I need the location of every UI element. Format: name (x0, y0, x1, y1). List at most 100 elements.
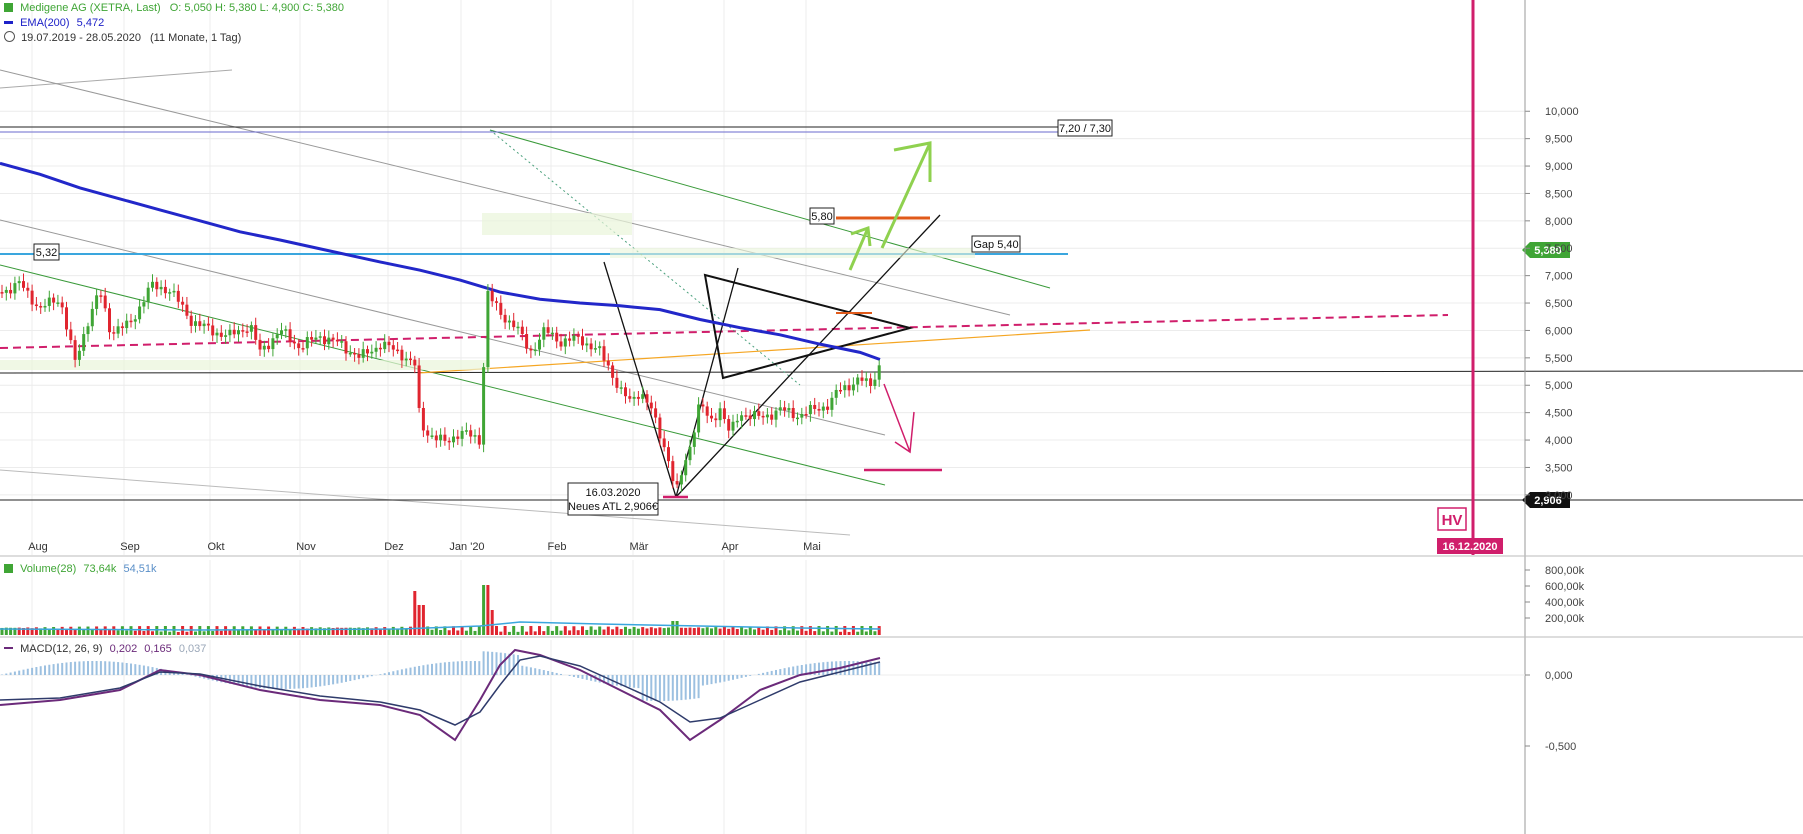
candle-body (417, 365, 421, 408)
candle-body (856, 377, 860, 385)
support-zone (0, 360, 490, 370)
volume-swatch-icon (4, 564, 13, 573)
volume-bar (486, 585, 490, 635)
candle-body (589, 343, 593, 350)
volume-bar (624, 626, 627, 635)
candle-body (22, 281, 25, 288)
volume-bar (275, 626, 279, 635)
volume-bar (593, 629, 597, 635)
candle-body (73, 340, 77, 360)
volume-bar (503, 626, 507, 635)
volume-bar (555, 626, 559, 635)
candle-body (357, 354, 361, 358)
volume-bar (662, 628, 666, 635)
volume-bar (667, 627, 670, 635)
series-swatch-icon (4, 3, 13, 12)
volume-bar (447, 630, 451, 635)
volume-bar (568, 630, 572, 635)
candle-body (662, 438, 666, 448)
candle-body (366, 349, 369, 354)
price-tick-label: 3,000 (1545, 490, 1573, 502)
label-720: 7,20 / 7,30 (1059, 123, 1111, 135)
volume-bar (649, 627, 653, 635)
arrow-up-large-head-icon (893, 141, 932, 182)
volume-bar (692, 628, 696, 635)
volume-bar (490, 610, 494, 635)
hv-date: 16.12.2020 (1442, 541, 1497, 553)
candle-body (426, 430, 430, 436)
candle-body (95, 295, 99, 309)
month-label: Jan '20 (449, 541, 484, 553)
candle-body (705, 406, 709, 416)
trend-lines (0, 69, 1803, 536)
channel-green (0, 264, 886, 486)
volume-bar (284, 626, 288, 635)
channel-gray (0, 69, 1011, 316)
month-label: Okt (207, 541, 224, 553)
volume-bar (116, 630, 120, 635)
volume-bar (176, 631, 180, 635)
candle-body (559, 341, 563, 347)
price-tick-label: 3,500 (1545, 462, 1573, 474)
volume-bar (877, 626, 881, 635)
volume-bar (718, 628, 722, 635)
candle-body (495, 301, 498, 303)
candle-body (718, 408, 722, 421)
volume-bar (615, 626, 619, 635)
candle-body (619, 387, 623, 389)
volume-bar (125, 630, 129, 635)
price-chart: 5,32 7,20 / 7,30 5,80 Gap 5,40 16.03.2020 Neu… (0, 0, 1803, 834)
volume-bar (628, 628, 632, 635)
candle-body (52, 297, 56, 303)
candle-body (525, 334, 529, 349)
candle-body (224, 335, 228, 337)
arrow-down-head-icon (894, 411, 915, 454)
volume-bar (142, 631, 146, 635)
volume-bar (245, 630, 249, 635)
candle-body (679, 475, 683, 485)
volume-bar (318, 627, 322, 635)
candle-body (155, 281, 159, 290)
candle-body (804, 413, 808, 416)
candle-body (808, 404, 812, 415)
candle-body (168, 292, 172, 294)
volume-bar (563, 626, 567, 635)
candle-body (675, 481, 679, 485)
candle-body (327, 337, 331, 345)
candle-body (585, 343, 589, 346)
candle-body (146, 287, 150, 303)
candle-body (43, 305, 47, 308)
label-gap: Gap 5,40 (973, 239, 1018, 251)
candle-body (116, 326, 120, 334)
candle-body (710, 415, 713, 419)
candle-body (215, 332, 219, 336)
candle-body (13, 283, 17, 294)
month-label: Dez (384, 541, 404, 553)
volume-tick-label: 400,00k (1545, 597, 1585, 609)
candle-body (684, 460, 688, 476)
date-range: 19.07.2019 - 28.05.2020 (21, 32, 141, 44)
candle-body (791, 407, 795, 419)
candle-body (843, 385, 847, 391)
price-tick-label: 8,000 (1545, 216, 1573, 228)
candle-body (568, 338, 572, 341)
candle-body (361, 349, 365, 358)
candle-body (460, 430, 464, 439)
macd-value-3: 0,037 (178, 643, 207, 655)
volume-bar (421, 605, 425, 635)
volume-bar (740, 626, 744, 635)
candle-body (206, 323, 210, 326)
volume-bar (90, 629, 94, 635)
candle-body (262, 345, 266, 350)
volume-bar (873, 631, 877, 635)
volume-bar (654, 628, 658, 635)
candle-body (447, 440, 451, 443)
candle-body (546, 327, 550, 333)
candle-body (65, 307, 68, 330)
candle-body (211, 325, 215, 336)
candle-body (284, 329, 288, 331)
volume-bar (636, 628, 640, 635)
volume-bar (52, 627, 56, 635)
candle-body (839, 389, 842, 392)
candle-body (469, 430, 473, 437)
